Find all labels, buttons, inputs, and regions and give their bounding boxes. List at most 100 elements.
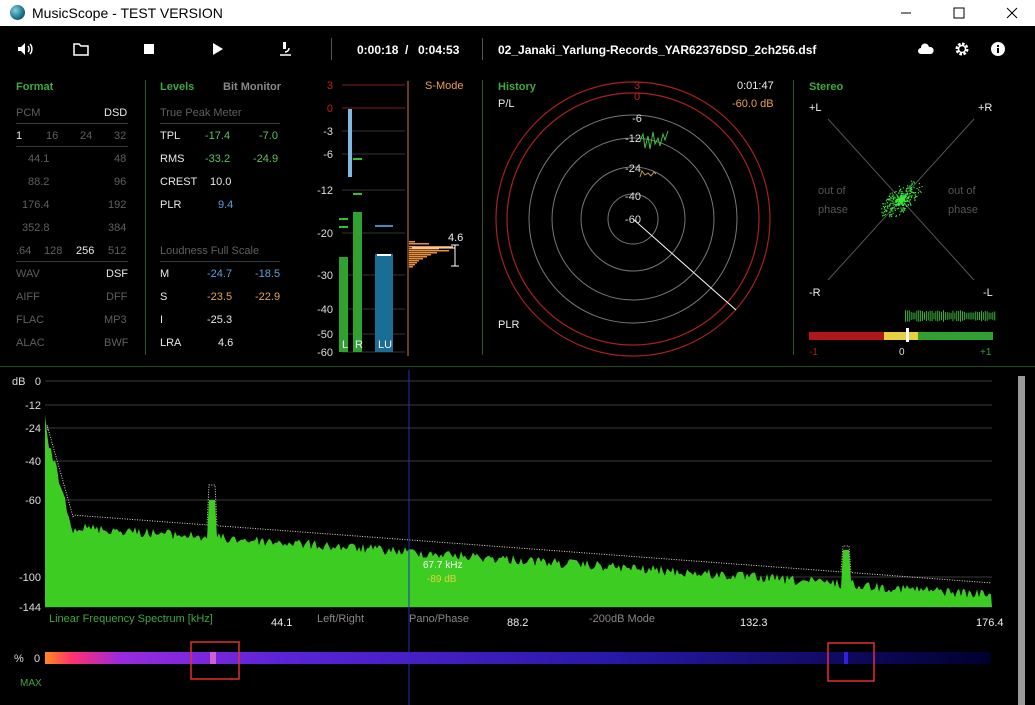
bar-label-l: L bbox=[342, 339, 348, 351]
goniometer-point bbox=[895, 204, 897, 206]
goniometer-point bbox=[907, 199, 909, 201]
dsd-64: .64 bbox=[16, 245, 32, 257]
crest-value: 10.0 bbox=[210, 176, 232, 188]
loudness-label: Loudness Full Scale bbox=[160, 245, 260, 257]
correlation-tick bbox=[933, 312, 935, 320]
rate-48: 48 bbox=[114, 153, 127, 165]
goniometer-point bbox=[918, 186, 921, 189]
goniometer-point bbox=[896, 195, 899, 197]
play-icon[interactable] bbox=[208, 40, 226, 58]
goniometer-point bbox=[891, 195, 893, 197]
ring-label-m12: -12 bbox=[625, 133, 641, 145]
spectrum-y-tick: -24 bbox=[25, 423, 41, 435]
volume-icon[interactable] bbox=[16, 40, 34, 58]
cloud-icon[interactable] bbox=[917, 40, 935, 58]
goniometer-point bbox=[911, 182, 913, 184]
rate-88: 88.2 bbox=[28, 176, 50, 188]
panels-divider bbox=[0, 366, 1035, 367]
goniometer-point bbox=[916, 195, 918, 198]
goniometer-point bbox=[900, 200, 903, 203]
rms-right: -24.9 bbox=[253, 153, 279, 165]
goniometer-point bbox=[897, 207, 900, 209]
goniometer-point bbox=[903, 203, 905, 205]
smode-hist-bin bbox=[409, 256, 427, 258]
true-peak-label: True Peak Meter bbox=[160, 107, 242, 119]
stereo-panel: Stereo +L +R -R -L out of phase out of p… bbox=[809, 81, 996, 358]
goniometer-point bbox=[888, 205, 890, 207]
correlation-tick bbox=[962, 311, 963, 321]
goniometer-point bbox=[902, 207, 904, 209]
maximize-button[interactable] bbox=[936, 0, 982, 26]
goniometer-point bbox=[908, 200, 910, 202]
level-meter: 3 0 -3 -6 -12 -20 -30 -40 -50 -60 L R LU… bbox=[317, 80, 463, 359]
goniometer-point bbox=[899, 214, 901, 216]
goniometer-point bbox=[882, 212, 884, 214]
correlation-tick bbox=[963, 311, 965, 321]
left-rms-marker bbox=[339, 226, 348, 228]
goniometer-point bbox=[892, 194, 894, 196]
goniometer-point bbox=[910, 203, 912, 205]
goniometer-point bbox=[892, 198, 895, 200]
goniometer-point bbox=[891, 200, 893, 202]
microscope-icon[interactable] bbox=[276, 40, 294, 58]
goniometer-point bbox=[901, 197, 903, 199]
gear-icon[interactable] bbox=[953, 40, 971, 58]
smode-hist-bin bbox=[409, 260, 419, 262]
goniometer-point bbox=[889, 202, 892, 204]
bits-1: 1 bbox=[16, 130, 23, 142]
scrollbar[interactable] bbox=[1018, 376, 1025, 705]
correlation-tick bbox=[939, 311, 941, 321]
smode-hist-bin bbox=[409, 254, 431, 256]
goniometer-point bbox=[904, 209, 906, 211]
goniometer-point bbox=[905, 205, 907, 207]
goniometer-point bbox=[894, 197, 896, 199]
stereo-title: Stereo bbox=[809, 81, 844, 93]
goniometer-point bbox=[901, 199, 903, 201]
correlation-tick bbox=[958, 311, 960, 321]
goniometer-point bbox=[909, 192, 911, 194]
app-icon bbox=[10, 5, 25, 20]
goniometer-point bbox=[916, 187, 918, 190]
format-title: Format bbox=[16, 81, 54, 93]
goniometer-point bbox=[911, 188, 913, 190]
stereo-divider bbox=[793, 80, 794, 355]
goniometer-point bbox=[887, 207, 889, 209]
correlation-tick bbox=[965, 312, 967, 320]
goniometer-point bbox=[895, 215, 897, 217]
minimize-button[interactable] bbox=[883, 0, 929, 26]
goniometer-point bbox=[903, 208, 905, 210]
goniometer-point bbox=[890, 210, 892, 212]
goniometer-point bbox=[896, 208, 898, 210]
corr-min: -1 bbox=[809, 347, 818, 358]
stop-icon[interactable] bbox=[140, 40, 158, 58]
lu-bar bbox=[375, 254, 393, 352]
goniometer-point bbox=[910, 197, 913, 199]
info-icon[interactable] bbox=[989, 40, 1007, 58]
bits-16: 16 bbox=[46, 130, 59, 142]
close-button[interactable] bbox=[989, 0, 1035, 26]
occupancy-hotspot-1 bbox=[210, 652, 216, 664]
toolbar-separator bbox=[331, 38, 332, 60]
goniometer-point bbox=[884, 203, 886, 205]
goniometer-point bbox=[913, 192, 915, 194]
goniometer-point bbox=[900, 188, 902, 190]
i-label: I bbox=[160, 314, 164, 326]
goniometer-point bbox=[904, 196, 906, 198]
correlation-mid bbox=[884, 332, 918, 340]
goniometer-point bbox=[915, 192, 917, 194]
goniometer-point bbox=[913, 187, 915, 189]
spectrum-y-labels: 0 -12 -24 -40 -60 -100 -144 bbox=[19, 376, 41, 614]
goniometer-point bbox=[901, 204, 904, 206]
folder-icon[interactable] bbox=[72, 40, 90, 58]
scale-m6: -6 bbox=[323, 149, 333, 161]
bit-monitor-tab[interactable]: Bit Monitor bbox=[223, 81, 281, 93]
freq-tick-88: 88.2 bbox=[507, 617, 528, 629]
m-value-b: -18.5 bbox=[255, 268, 281, 280]
spectrum-panel: dB 0 -12 -24 -40 -60 -100 -144 67.7 kHz -89 dB… bbox=[12, 370, 1004, 705]
file-mp3: MP3 bbox=[104, 314, 127, 326]
cursor-freq: 67.7 kHz bbox=[423, 560, 462, 571]
scale-m3: -3 bbox=[323, 126, 333, 138]
goniometer-point bbox=[900, 207, 902, 209]
correlation-tick bbox=[977, 311, 979, 321]
goniometer-point bbox=[883, 214, 885, 216]
